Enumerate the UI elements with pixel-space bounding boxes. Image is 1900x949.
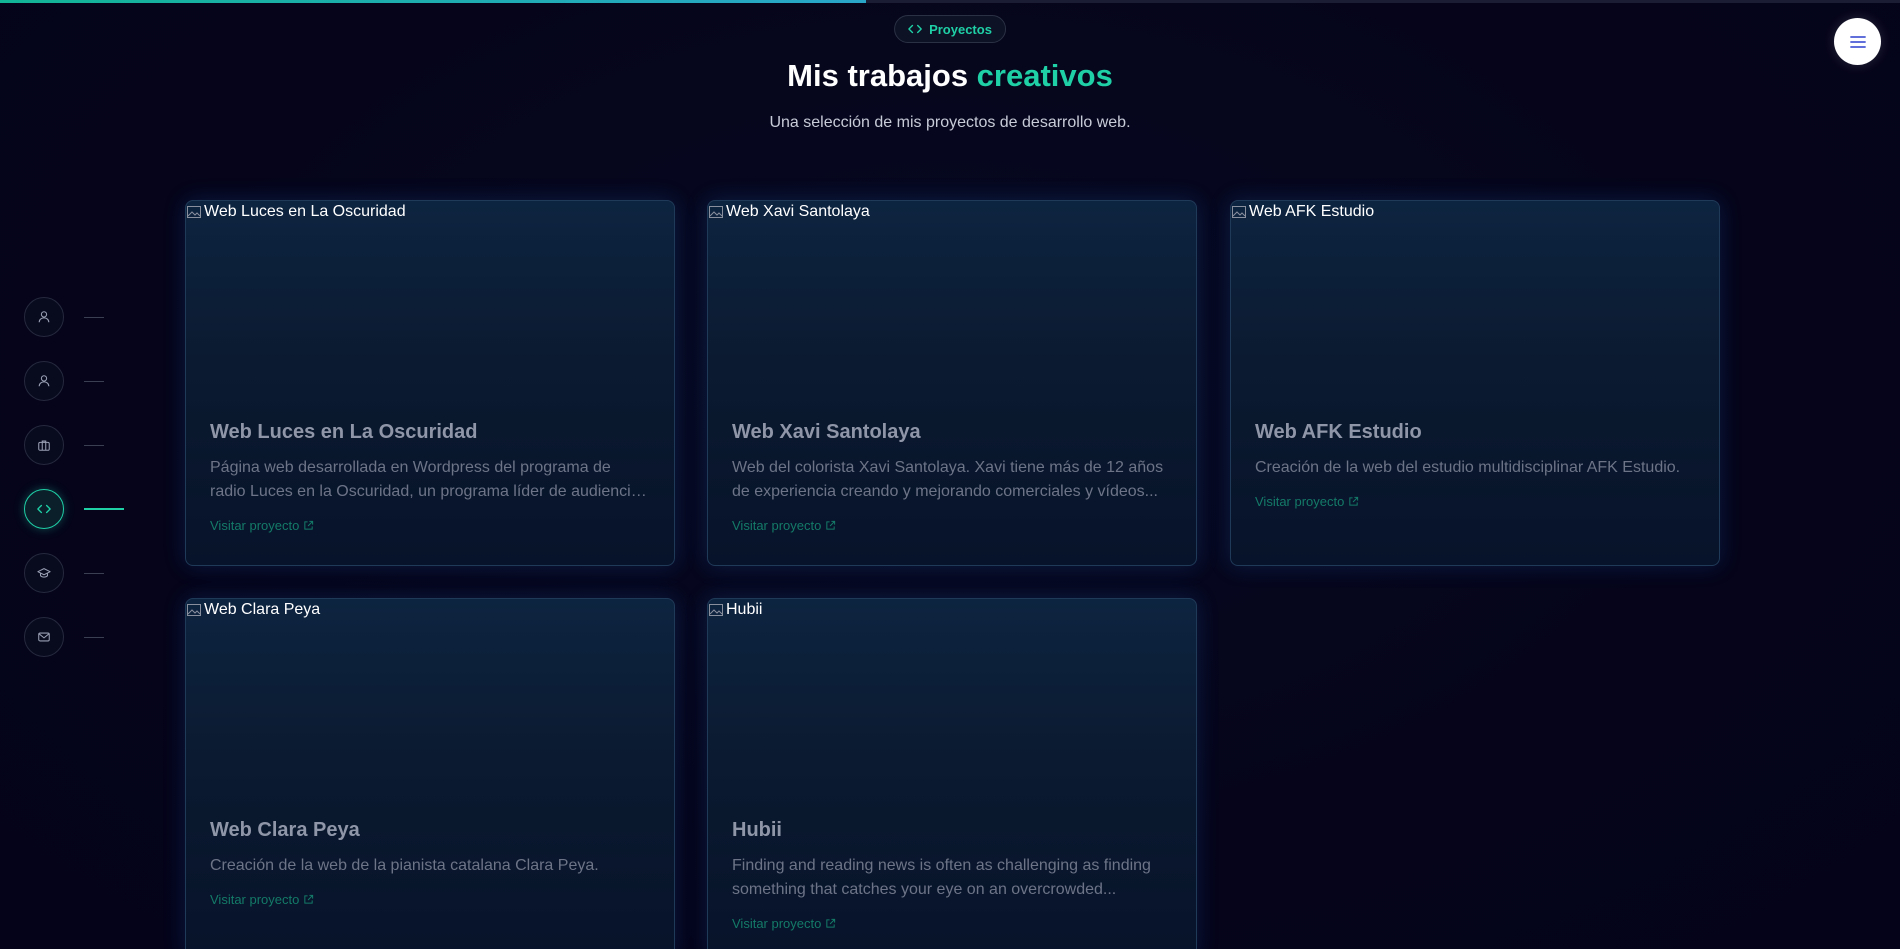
page-subtitle: Una selección de mis proyectos de desarr… — [769, 114, 1131, 131]
visit-project-link[interactable]: Visitar proyecto — [1255, 494, 1359, 509]
visit-project-label: Visitar proyecto — [210, 518, 300, 533]
project-title: Hubii — [732, 819, 782, 841]
project-card-body: Web AFK Estudio Creación de la web del e… — [1255, 421, 1695, 511]
graduation-cap-icon — [37, 568, 51, 578]
external-link-icon — [1349, 496, 1359, 506]
scroll-progress-bar — [0, 0, 867, 3]
project-image: Hubii — [708, 601, 762, 619]
side-nav-line — [84, 316, 104, 318]
project-description: Página web desarrollada en Wordpress del… — [210, 459, 640, 500]
project-card: Web Clara Peya Web Clara Peya Creación d… — [185, 598, 675, 949]
project-title: Web Clara Peya — [210, 819, 360, 841]
broken-image-icon — [709, 604, 723, 616]
project-image-alt: Web Clara Peya — [204, 601, 321, 618]
side-nav-item-education[interactable] — [24, 553, 124, 593]
project-card-body: Web Xavi Santolaya Web del colorista Xav… — [732, 421, 1172, 535]
briefcase-icon — [38, 440, 50, 451]
mail-icon — [38, 632, 50, 642]
side-nav-item-contact[interactable] — [24, 617, 124, 657]
side-nav-item-profile[interactable] — [24, 361, 124, 401]
side-nav-circle — [24, 297, 64, 337]
external-link-icon — [826, 918, 836, 928]
code-icon — [37, 504, 51, 514]
visit-project-label: Visitar proyecto — [210, 892, 300, 907]
side-nav — [24, 297, 124, 657]
project-title: Web AFK Estudio — [1255, 421, 1422, 443]
project-image-alt: Web AFK Estudio — [1249, 203, 1375, 220]
side-nav-line — [84, 380, 104, 382]
side-nav-circle — [24, 617, 64, 657]
project-card: Web Xavi Santolaya Web Xavi Santolaya We… — [707, 200, 1197, 566]
broken-image-icon — [709, 206, 723, 218]
visit-project-label: Visitar proyecto — [732, 518, 822, 533]
visit-project-link[interactable]: Visitar proyecto — [210, 518, 314, 533]
project-description: Creación de la web de la pianista catala… — [210, 857, 599, 874]
broken-image-icon — [187, 604, 201, 616]
section-badge: Proyectos — [894, 15, 1006, 43]
project-image-alt: Web Luces en La Oscuridad — [204, 203, 406, 220]
section-badge-label: Proyectos — [929, 21, 992, 37]
project-description: Creación de la web del estudio multidisc… — [1255, 459, 1681, 476]
visit-project-link[interactable]: Visitar proyecto — [732, 916, 836, 931]
side-nav-circle — [24, 425, 64, 465]
project-image: Web Clara Peya — [186, 601, 320, 619]
project-image: Web AFK Estudio — [1231, 203, 1374, 221]
user-icon — [38, 375, 50, 387]
project-card-body: Hubii Finding and reading news is often … — [732, 819, 1172, 933]
project-description: Finding and reading news is often as cha… — [732, 857, 1151, 898]
broken-image-icon — [1232, 206, 1246, 218]
side-nav-item-experience[interactable] — [24, 425, 124, 465]
user-icon — [38, 311, 50, 323]
visit-project-link[interactable]: Visitar proyecto — [732, 518, 836, 533]
visit-project-label: Visitar proyecto — [1255, 494, 1345, 509]
project-title: Web Xavi Santolaya — [732, 421, 921, 443]
code-icon — [908, 24, 922, 34]
visit-project-link[interactable]: Visitar proyecto — [210, 892, 314, 907]
external-link-icon — [304, 894, 314, 904]
project-card-body: Web Clara Peya Creación de la web de la … — [210, 819, 650, 909]
project-card: Web AFK Estudio Web AFK Estudio Creación… — [1230, 200, 1720, 566]
project-image-alt: Hubii — [726, 601, 763, 618]
side-nav-line — [84, 508, 124, 510]
visit-project-label: Visitar proyecto — [732, 916, 822, 931]
project-image: Web Luces en La Oscuridad — [186, 203, 406, 221]
side-nav-circle — [24, 489, 64, 529]
external-link-icon — [304, 520, 314, 530]
page-title-main: Mis trabajos — [787, 58, 977, 93]
project-image-alt: Web Xavi Santolaya — [726, 203, 870, 220]
page-title-accent: creativos — [976, 58, 1113, 93]
project-card-body: Web Luces en La Oscuridad Página web des… — [210, 421, 650, 535]
project-card: Hubii Hubii Finding and reading news is … — [707, 598, 1197, 949]
side-nav-circle — [24, 361, 64, 401]
project-title: Web Luces en La Oscuridad — [210, 421, 478, 443]
side-nav-item-about[interactable] — [24, 297, 124, 337]
side-nav-circle — [24, 553, 64, 593]
side-nav-item-projects[interactable] — [24, 489, 124, 529]
hamburger-icon — [1849, 35, 1866, 48]
scroll-progress-track — [0, 0, 1900, 3]
external-link-icon — [826, 520, 836, 530]
project-card: Web Luces en La Oscuridad Web Luces en L… — [185, 200, 675, 566]
page-title: Mis trabajos creativos — [0, 58, 1900, 94]
side-nav-line — [84, 444, 104, 446]
side-nav-line — [84, 572, 104, 574]
broken-image-icon — [187, 206, 201, 218]
project-description: Web del colorista Xavi Santolaya. Xavi t… — [732, 459, 1164, 500]
project-image: Web Xavi Santolaya — [708, 203, 870, 221]
side-nav-line — [84, 636, 104, 638]
